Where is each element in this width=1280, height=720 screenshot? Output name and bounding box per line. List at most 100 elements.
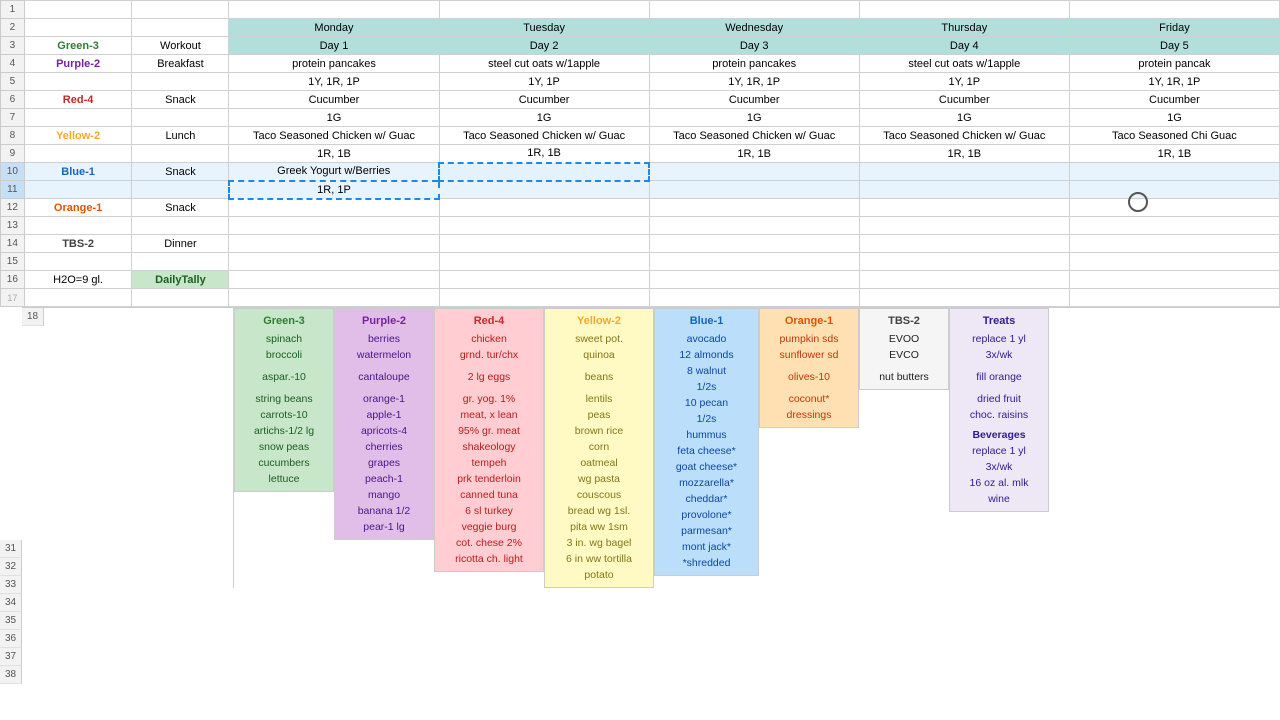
cell[interactable] [439, 271, 649, 289]
h2o-label[interactable]: H2O=9 gl. [24, 271, 132, 289]
snack3-label[interactable]: Snack [132, 199, 229, 217]
dailytally-label[interactable]: DailyTally [132, 271, 229, 289]
purple2-label[interactable]: Purple-2 [24, 55, 132, 73]
cell-c12[interactable] [229, 199, 439, 217]
cell[interactable] [1069, 235, 1279, 253]
cell-g8[interactable]: Taco Seasoned Chi Guac [1069, 127, 1279, 145]
cell[interactable] [132, 253, 229, 271]
snack2-label[interactable]: Snack [132, 163, 229, 181]
cell-d7[interactable]: 1G [439, 109, 649, 127]
cell-d6[interactable]: Cucumber [439, 91, 649, 109]
cell-c9[interactable]: 1R, 1B [229, 145, 439, 163]
cell[interactable] [859, 271, 1069, 289]
cell-e10[interactable] [649, 163, 859, 181]
thursday-header[interactable]: Thursday [859, 19, 1069, 37]
cell[interactable] [132, 73, 229, 91]
cell-f4[interactable]: steel cut oats w/1apple [859, 55, 1069, 73]
cell-c6[interactable]: Cucumber [229, 91, 439, 109]
cell-g10[interactable] [1069, 163, 1279, 181]
cell[interactable] [132, 217, 229, 235]
cell[interactable] [24, 1, 132, 19]
cell-d5[interactable]: 1Y, 1P [439, 73, 649, 91]
cell[interactable] [229, 253, 439, 271]
cell-f11[interactable] [859, 181, 1069, 199]
cell[interactable] [859, 235, 1069, 253]
cell[interactable] [229, 217, 439, 235]
cell[interactable] [132, 109, 229, 127]
day5-header[interactable]: Day 5 [1069, 37, 1279, 55]
cell[interactable] [24, 253, 132, 271]
day2-header[interactable]: Day 2 [439, 37, 649, 55]
cell-f12[interactable] [859, 199, 1069, 217]
cell-e11[interactable] [649, 181, 859, 199]
workout-label[interactable]: Workout [132, 37, 229, 55]
cell[interactable] [859, 1, 1069, 19]
cell-g7[interactable]: 1G [1069, 109, 1279, 127]
cell[interactable] [24, 73, 132, 91]
cell-g11[interactable] [1069, 181, 1279, 199]
tbs2-label[interactable]: TBS-2 [24, 235, 132, 253]
cell-e6[interactable]: Cucumber [649, 91, 859, 109]
cell-g6[interactable]: Cucumber [1069, 91, 1279, 109]
cell[interactable] [649, 289, 859, 307]
tuesday-header[interactable]: Tuesday [439, 19, 649, 37]
day1-header[interactable]: Day 1 [229, 37, 439, 55]
cell[interactable] [132, 289, 229, 307]
cell[interactable] [439, 253, 649, 271]
cell[interactable] [439, 289, 649, 307]
orange1-label[interactable]: Orange-1 [24, 199, 132, 217]
cell-f5[interactable]: 1Y, 1P [859, 73, 1069, 91]
cell-c10[interactable]: Greek Yogurt w/Berries [229, 163, 439, 181]
friday-header[interactable]: Friday [1069, 19, 1279, 37]
dinner-label[interactable]: Dinner [132, 235, 229, 253]
cell[interactable] [132, 181, 229, 199]
cell-c4[interactable]: protein pancakes [229, 55, 439, 73]
cell-g12[interactable] [1069, 199, 1279, 217]
cell-d12[interactable] [439, 199, 649, 217]
cell[interactable] [859, 253, 1069, 271]
cell[interactable] [24, 19, 132, 37]
cell[interactable] [24, 109, 132, 127]
cell-c8[interactable]: Taco Seasoned Chicken w/ Guac [229, 127, 439, 145]
cell[interactable] [1069, 289, 1279, 307]
cell[interactable] [439, 217, 649, 235]
lunch-label[interactable]: Lunch [132, 127, 229, 145]
cell-e8[interactable]: Taco Seasoned Chicken w/ Guac [649, 127, 859, 145]
cell[interactable] [229, 1, 439, 19]
cell-e5[interactable]: 1Y, 1R, 1P [649, 73, 859, 91]
cell-d11[interactable] [439, 181, 649, 199]
cell-c7[interactable]: 1G [229, 109, 439, 127]
cell[interactable] [132, 1, 229, 19]
cell[interactable] [1069, 271, 1279, 289]
cell[interactable] [649, 235, 859, 253]
snack-label[interactable]: Snack [132, 91, 229, 109]
cell-g9[interactable]: 1R, 1B [1069, 145, 1279, 163]
green3-label[interactable]: Green-3 [24, 37, 132, 55]
cell[interactable] [132, 19, 229, 37]
cell-c5[interactable]: 1Y, 1R, 1P [229, 73, 439, 91]
cell[interactable] [439, 1, 649, 19]
cell[interactable] [649, 217, 859, 235]
cell[interactable] [649, 1, 859, 19]
cell-d4[interactable]: steel cut oats w/1apple [439, 55, 649, 73]
cell-e7[interactable]: 1G [649, 109, 859, 127]
cell[interactable] [24, 181, 132, 199]
day3-header[interactable]: Day 3 [649, 37, 859, 55]
monday-header[interactable]: Monday [229, 19, 439, 37]
cell-e12[interactable] [649, 199, 859, 217]
cell[interactable] [132, 145, 229, 163]
red4-label[interactable]: Red-4 [24, 91, 132, 109]
breakfast-label[interactable]: Breakfast [132, 55, 229, 73]
cell[interactable] [229, 235, 439, 253]
yellow2-label[interactable]: Yellow-2 [24, 127, 132, 145]
cell[interactable] [24, 145, 132, 163]
cell[interactable] [1069, 253, 1279, 271]
day4-header[interactable]: Day 4 [859, 37, 1069, 55]
cell-f8[interactable]: Taco Seasoned Chicken w/ Guac [859, 127, 1069, 145]
wednesday-header[interactable]: Wednesday [649, 19, 859, 37]
cell[interactable] [649, 271, 859, 289]
cell[interactable] [229, 271, 439, 289]
cell-g5[interactable]: 1Y, 1R, 1P [1069, 73, 1279, 91]
cell-d9[interactable]: 1R, 1B [439, 145, 649, 163]
cell[interactable] [1069, 217, 1279, 235]
